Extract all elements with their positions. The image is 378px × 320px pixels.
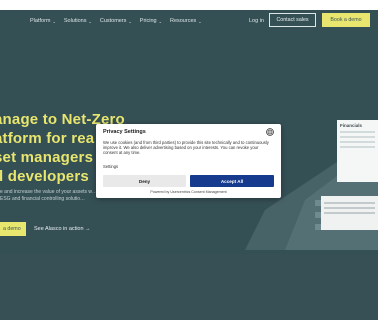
powered-by-text: Powered by Usercentrics Consent Manageme…	[150, 190, 227, 194]
privacy-settings-dialog: Privacy Settings We use cookies (and fro…	[96, 124, 281, 198]
deny-button[interactable]: Deny	[103, 175, 186, 187]
dialog-body-text: We use cookies (and from third parties) …	[103, 140, 269, 155]
fingerprint-icon[interactable]	[266, 128, 274, 136]
accept-all-button[interactable]: Accept All	[190, 175, 274, 187]
settings-link[interactable]: Settings	[103, 164, 118, 169]
dialog-title: Privacy Settings	[103, 129, 146, 135]
